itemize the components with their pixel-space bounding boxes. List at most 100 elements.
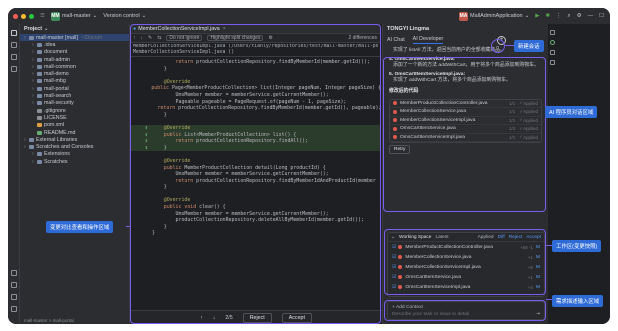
tree-item-label: Scratches xyxy=(44,158,68,165)
run-config-chip: MA xyxy=(458,11,468,21)
tree-item[interactable]: pom.xml xyxy=(20,122,129,129)
input-outline xyxy=(384,300,546,321)
services-tool-icon[interactable] xyxy=(11,270,17,276)
status-breadcrumb: mall-master > mall-portal xyxy=(24,318,74,323)
run-icon[interactable]: ▶ xyxy=(535,13,539,19)
tree-item-label: mall-security xyxy=(44,100,74,107)
file-icon xyxy=(37,115,42,120)
ai-panel-header: TONGYI Lingma xyxy=(383,24,548,34)
tree-item[interactable]: › External Libraries xyxy=(20,136,129,143)
new-chat-connector xyxy=(505,45,514,46)
ai-panel-title: TONGYI Lingma xyxy=(387,26,430,32)
project-name: mall-master xyxy=(61,13,91,19)
tree-item[interactable]: › mall-mbg xyxy=(20,78,129,85)
vcs-label: Version control xyxy=(103,13,140,19)
tree-item-label: document xyxy=(44,49,68,56)
folder-icon xyxy=(37,50,42,55)
folder-icon xyxy=(29,35,34,40)
new-chat-outline xyxy=(491,39,505,53)
diff-connector xyxy=(126,226,130,227)
tree-item[interactable]: › .idea xyxy=(20,41,129,48)
chevron-down-icon: ⌄ xyxy=(524,13,530,19)
tree-item-label: External Libraries xyxy=(36,136,78,143)
maven-icon[interactable] xyxy=(550,60,555,65)
tree-item-label: mall-portal xyxy=(44,85,69,92)
tree-item-label: Scratches and Consoles xyxy=(36,144,94,151)
tree-item[interactable]: › mall-security xyxy=(20,100,129,107)
restore-icon[interactable]: ☐ xyxy=(599,13,604,19)
tab-ai-chat[interactable]: AI Chat xyxy=(387,37,405,43)
tree-item-label: mall-master [mall] xyxy=(36,34,78,41)
left-tool-strip xyxy=(8,24,20,324)
more-icon[interactable]: ⋮ xyxy=(556,13,562,19)
folder-icon xyxy=(37,79,42,84)
tree-item-label: LICENSE xyxy=(44,114,67,121)
chevron-down-icon: ⌄ xyxy=(141,13,147,19)
project-panel-title: Project xyxy=(24,26,42,32)
folder-icon xyxy=(37,86,42,91)
git-tool-icon[interactable] xyxy=(11,306,17,312)
close-window-icon[interactable] xyxy=(13,13,18,19)
project-selector[interactable]: MM mall-master ⌄ xyxy=(50,11,97,21)
folder-icon xyxy=(29,145,34,150)
menu-icon[interactable]: ☰ xyxy=(40,13,45,19)
folder-icon xyxy=(37,57,42,62)
project-panel-header[interactable]: Project ⌄ xyxy=(20,24,129,34)
folder-icon xyxy=(29,137,34,142)
tree-item-label: mall-mbg xyxy=(44,78,66,85)
tree-item-path: ~/Docum xyxy=(80,34,103,41)
search-icon[interactable]: ⌕ xyxy=(568,13,571,20)
folder-icon xyxy=(37,64,42,69)
minimize-window-icon[interactable] xyxy=(21,13,26,19)
terminal-tool-icon[interactable] xyxy=(11,282,17,288)
callout-ai-output: AI 程序员对话区域 xyxy=(545,106,598,118)
callout-input: 需求描述输入区域 xyxy=(552,295,604,307)
settings-icon[interactable]: ⚙ xyxy=(577,13,582,19)
callout-new-chat: 新建会话 xyxy=(514,40,544,52)
tree-item[interactable]: LICENSE xyxy=(20,114,129,121)
ai-output-outline xyxy=(383,57,546,212)
project-tool-icon[interactable] xyxy=(11,30,17,36)
minimize-icon[interactable]: — xyxy=(588,13,594,19)
problems-tool-icon[interactable] xyxy=(11,294,17,300)
tree-item-label: mall-search xyxy=(44,93,72,100)
right-tool-strip xyxy=(548,24,610,324)
tree-item[interactable]: › mall-portal xyxy=(20,85,129,92)
tree-item[interactable]: › mall-demo xyxy=(20,70,129,77)
tab-ai-developer[interactable]: AI Developer xyxy=(412,36,444,44)
debug-icon[interactable]: ✱ xyxy=(545,13,550,19)
title-bar: ☰ MM mall-master ⌄ Version control ⌄ MA … xyxy=(8,8,610,24)
folder-icon xyxy=(37,152,42,157)
tree-item[interactable]: .gitignore xyxy=(20,107,129,114)
run-config-selector[interactable]: MA MallAdminApplication ⌄ xyxy=(458,11,530,21)
tree-item-label: .gitignore xyxy=(44,107,66,114)
folder-icon xyxy=(37,72,42,77)
project-chip: MM xyxy=(50,11,60,21)
tree-item[interactable]: › document xyxy=(20,49,129,56)
structure-tool-icon[interactable] xyxy=(11,54,17,60)
tree-item[interactable]: › mall-search xyxy=(20,92,129,99)
callout-workspace: 工作区(变更快照) xyxy=(552,240,602,252)
notifications-icon[interactable] xyxy=(550,30,555,35)
tree-item-label: pom.xml xyxy=(44,122,65,129)
folder-icon xyxy=(37,94,42,99)
more-tools-icon[interactable] xyxy=(11,66,17,72)
tree-item[interactable]: › Scratches and Consoles xyxy=(20,143,129,150)
tree-item[interactable]: › mall-admin xyxy=(20,56,129,63)
database-icon[interactable] xyxy=(550,50,555,55)
tree-item[interactable]: › mall-common xyxy=(20,63,129,70)
lingma-icon[interactable] xyxy=(550,40,555,45)
chevron-down-icon: ⌄ xyxy=(43,26,49,32)
maximize-window-icon[interactable] xyxy=(29,13,34,19)
tree-item-label: Extensions xyxy=(44,151,70,158)
tree-item[interactable]: › Scratches xyxy=(20,158,129,165)
tree-item-label: mall-common xyxy=(44,63,76,70)
file-icon xyxy=(37,123,42,128)
tree-item[interactable]: README.md xyxy=(20,129,129,136)
tree-item[interactable]: › mall-master [mall] ~/Docum xyxy=(20,34,129,42)
tree-item-label: mall-demo xyxy=(44,71,69,78)
commit-tool-icon[interactable] xyxy=(11,42,17,48)
tree-item[interactable]: › Extensions xyxy=(20,151,129,158)
folder-icon xyxy=(37,159,42,164)
vcs-selector[interactable]: Version control ⌄ xyxy=(103,13,146,19)
